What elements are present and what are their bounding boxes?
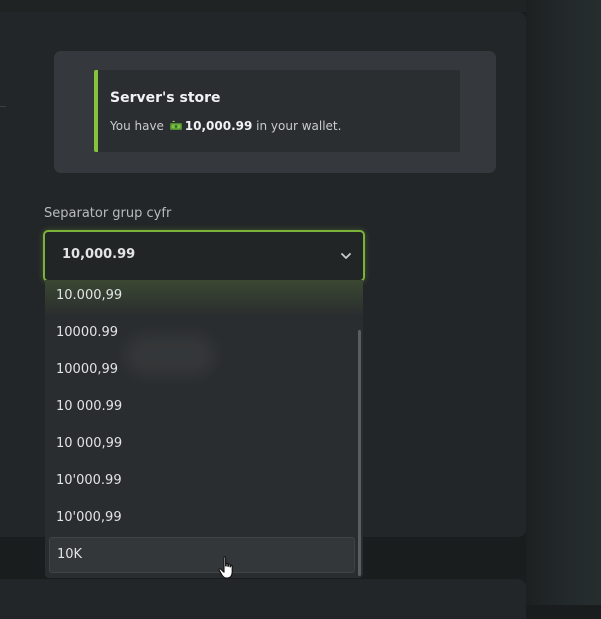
option-item[interactable]: 10 000,99: [49, 426, 355, 462]
background-right: [526, 0, 601, 605]
separator-select[interactable]: 10,000.99: [43, 230, 365, 282]
option-item[interactable]: 10000.99: [49, 315, 355, 351]
money-icon: [169, 120, 182, 130]
hand-cursor-icon: [218, 556, 233, 579]
wallet-text-suffix: in your wallet.: [252, 119, 342, 133]
option-item[interactable]: 10000,99: [49, 352, 355, 388]
store-embed: Server's store You have 10,000.99 in you…: [94, 70, 460, 152]
next-panel: [0, 579, 526, 619]
option-item[interactable]: 10'000,99: [49, 500, 355, 536]
wallet-text-prefix: You have: [110, 119, 168, 133]
store-preview-card: Server's store You have 10,000.99 in you…: [54, 51, 496, 173]
store-title: Server's store: [110, 90, 221, 106]
wallet-text: You have 10,000.99 in your wallet.: [110, 119, 341, 133]
separator-label: Separator grup cyfr: [44, 206, 172, 221]
wallet-amount: 10,000.99: [184, 119, 253, 133]
option-item[interactable]: 10'000.99: [49, 463, 355, 499]
divider-tick: [0, 106, 6, 107]
top-strip: [0, 0, 601, 12]
selected-value: 10,000.99: [62, 247, 136, 262]
dropdown-scrollbar[interactable]: [358, 330, 361, 576]
separator-dropdown-menu: 10.000,99 10000.99 10000,99 10 000.99 10…: [45, 280, 363, 578]
option-item[interactable]: 10 000.99: [49, 389, 355, 425]
option-item-hovered[interactable]: 10K: [49, 537, 355, 573]
chevron-down-icon: [341, 253, 351, 259]
option-item[interactable]: 10.000,99: [49, 280, 355, 314]
